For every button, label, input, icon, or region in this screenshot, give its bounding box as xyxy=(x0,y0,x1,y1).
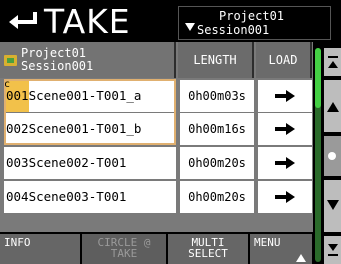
page-title: TAKE xyxy=(44,2,131,41)
folder-icon xyxy=(4,54,17,66)
column-header-load: LOAD xyxy=(256,42,312,78)
take-name-cell[interactable]: 003Scene002-T001 xyxy=(4,147,176,179)
take-length: 0h00m20s xyxy=(180,147,254,179)
take-number: 002 xyxy=(6,121,29,136)
take-length: 0h00m03s xyxy=(180,80,254,112)
scroll-top-icon xyxy=(328,56,338,68)
right-arrow-icon xyxy=(275,157,295,169)
current-take-marker: c xyxy=(4,79,11,90)
dropdown-triangle-icon xyxy=(185,23,195,31)
table-row[interactable]: 002Scene001-T001_b 0h00m16s xyxy=(0,113,313,147)
scroll-down-button[interactable] xyxy=(324,180,341,232)
load-button[interactable] xyxy=(258,113,312,145)
scroll-up-button[interactable] xyxy=(324,80,341,132)
circle-label-2: TAKE xyxy=(110,247,138,260)
right-arrow-icon xyxy=(275,123,295,135)
table-row[interactable]: 001Scene001-T001_a 0h00m03s xyxy=(0,80,313,114)
take-name: Scene003-T001 xyxy=(28,189,127,204)
load-button[interactable] xyxy=(258,181,312,213)
down-arrow-icon xyxy=(327,200,339,210)
scroll-top-button[interactable] xyxy=(324,48,341,76)
take-name: Scene002-T001 xyxy=(28,155,127,170)
menu-label: MENU xyxy=(254,236,281,249)
session-select[interactable]: Project01 Session001 xyxy=(178,6,331,40)
scrollbar-thumb[interactable] xyxy=(315,48,321,108)
take-length: 0h00m20s xyxy=(180,181,254,213)
column-header-name[interactable]: Project01 Session001 xyxy=(0,42,176,78)
back-button[interactable] xyxy=(5,6,43,36)
info-button[interactable]: INFO xyxy=(0,234,80,264)
right-arrow-icon xyxy=(275,191,295,203)
take-number: 003 xyxy=(6,155,29,170)
menu-up-arrow-icon xyxy=(296,254,306,262)
multi-label-2: SELECT xyxy=(188,247,228,260)
take-screen: TAKE Project01 Session001 Project01 Sess… xyxy=(0,0,341,264)
header-bar: TAKE Project01 Session001 xyxy=(0,0,341,42)
session-name: Session001 xyxy=(197,23,270,37)
table-row[interactable]: 003Scene002-T001 0h00m20s xyxy=(0,147,313,181)
take-number: 004 xyxy=(6,189,29,204)
take-length: 0h00m16s xyxy=(180,113,254,145)
multi-select-button[interactable]: MULTI SELECT xyxy=(168,234,248,264)
menu-button[interactable]: MENU xyxy=(250,234,312,264)
take-name-cell[interactable]: 002Scene001-T001_b xyxy=(4,113,176,145)
take-name-cell[interactable]: 001Scene001-T001_a xyxy=(4,80,176,112)
project-name: Project01 xyxy=(219,9,285,23)
header-session: Session001 xyxy=(21,59,94,73)
load-button[interactable] xyxy=(258,80,312,112)
scroll-bottom-icon xyxy=(328,244,338,256)
table-row[interactable]: 004Scene003-T001 0h00m20s xyxy=(0,181,313,215)
load-button[interactable] xyxy=(258,147,312,179)
take-name-cell[interactable]: 004Scene003-T001 xyxy=(4,181,176,213)
return-arrow-icon xyxy=(9,12,37,29)
right-arrow-icon xyxy=(275,90,295,102)
take-name: Scene001-T001_a xyxy=(28,88,142,103)
circle-take-button[interactable]: CIRCLE @ TAKE xyxy=(82,234,166,264)
scroll-position-button[interactable] xyxy=(324,136,341,176)
up-arrow-icon xyxy=(327,102,339,112)
column-header-length[interactable]: LENGTH xyxy=(178,42,254,78)
scroll-bottom-button[interactable] xyxy=(324,236,341,264)
take-name: Scene001-T001_b xyxy=(28,121,142,136)
circle-icon xyxy=(328,152,336,160)
